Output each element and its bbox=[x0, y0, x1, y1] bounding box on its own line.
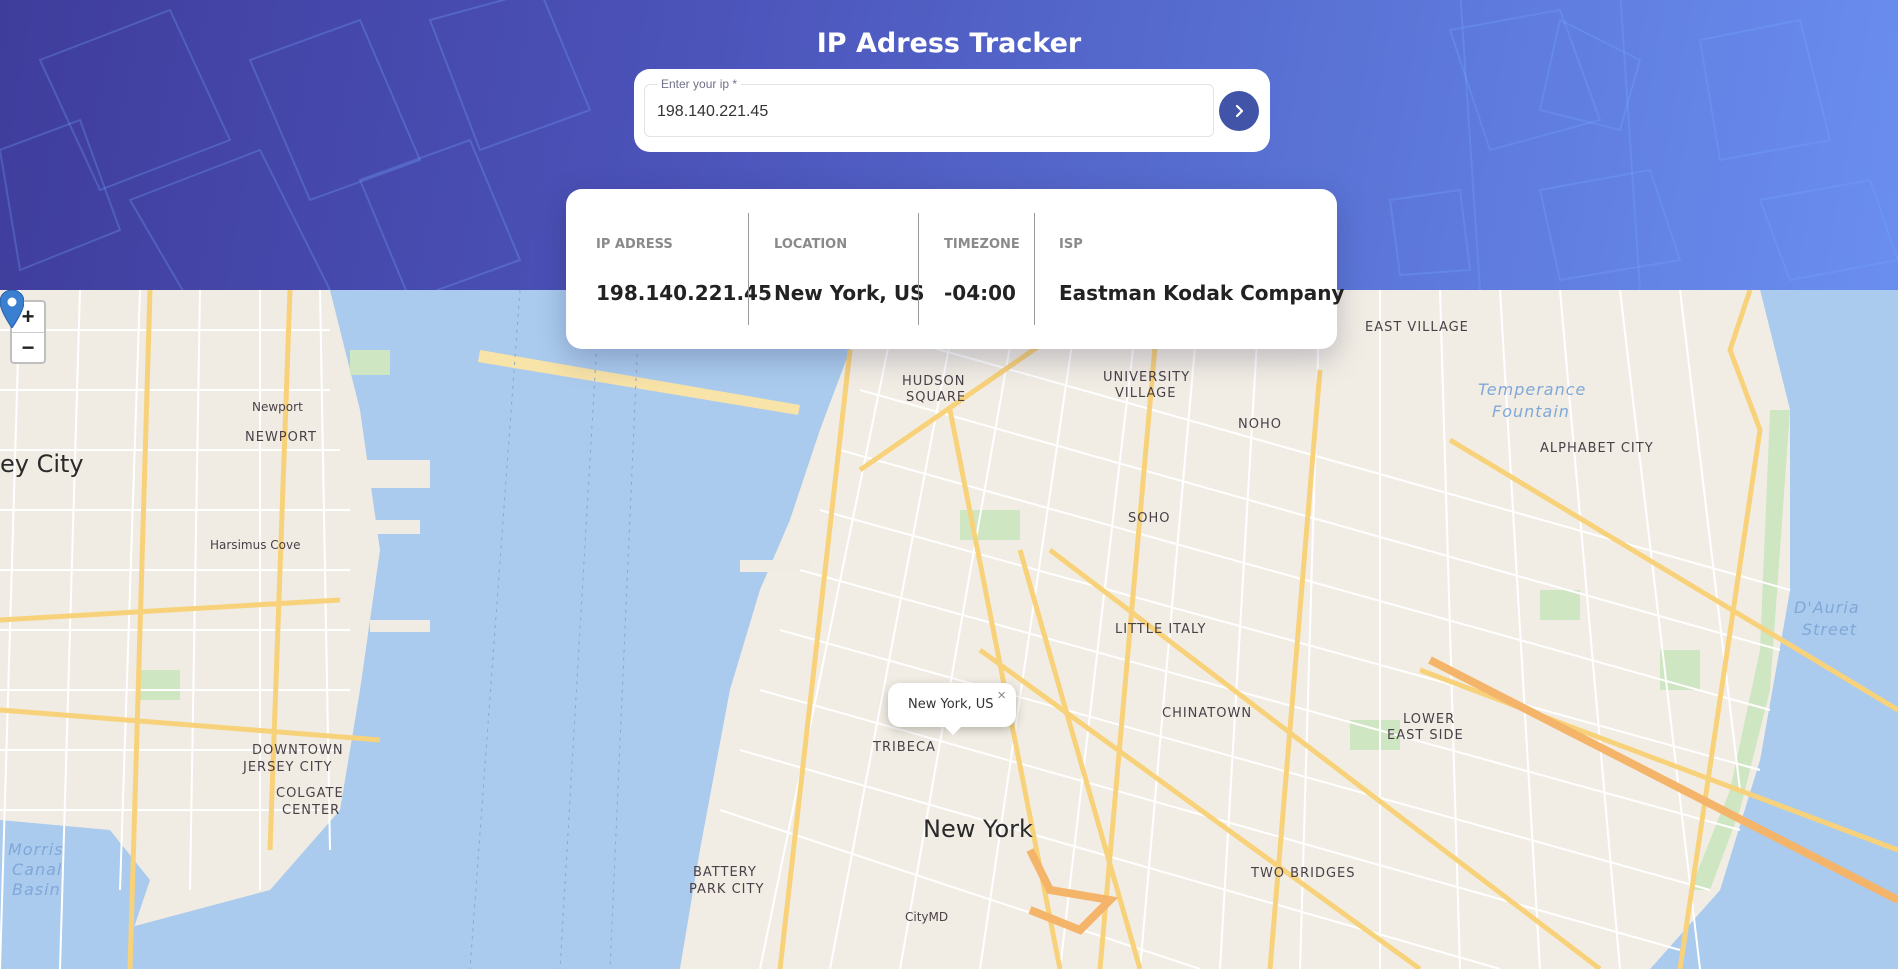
map-label-soho: SOHO bbox=[1128, 511, 1171, 526]
map-label-two-bridges: TWO BRIDGES bbox=[1251, 866, 1356, 881]
app-root: IP Adress Tracker Enter your ip * 198.14… bbox=[0, 0, 1898, 969]
popup-tip bbox=[943, 725, 963, 735]
map-label-temperance-1: Temperance bbox=[1478, 380, 1587, 399]
map-label-hudson-square-2: SQUARE bbox=[906, 390, 967, 405]
map-pin-icon[interactable] bbox=[0, 290, 24, 328]
map-label-morris-2: Canal bbox=[12, 860, 63, 879]
map-label-harsimus: Harsimus Cove bbox=[210, 538, 301, 552]
isp-value: Eastman Kodak Company bbox=[1059, 281, 1345, 305]
zoom-out-button[interactable]: − bbox=[12, 332, 44, 363]
map-label-lower-east-side-1: LOWER bbox=[1403, 712, 1456, 727]
map-label-noho: NOHO bbox=[1238, 417, 1282, 432]
map-label-tribeca: TRIBECA bbox=[873, 740, 936, 755]
ip-value: 198.140.221.45 bbox=[596, 281, 772, 305]
map-label-battery-park-1: BATTERY bbox=[693, 865, 757, 880]
info-divider bbox=[1034, 213, 1035, 325]
map-label-newport: NEWPORT bbox=[245, 430, 317, 445]
map-label-new-york: New York bbox=[923, 815, 1033, 843]
map-label-east-village: EAST VILLAGE bbox=[1365, 320, 1469, 335]
map-label-university-village-1: UNIVERSITY bbox=[1103, 370, 1191, 385]
map-label-downtown-jersey-2: JERSEY CITY bbox=[243, 760, 333, 775]
location-popup: New York, US × bbox=[888, 683, 1016, 735]
map-label-lower-east-side-2: EAST SIDE bbox=[1387, 728, 1464, 743]
map-view[interactable]: New York ey City EAST VILLAGE HUDSON SQU… bbox=[0, 290, 1898, 969]
map-label-citymd: CityMD bbox=[905, 910, 949, 924]
popup-text: New York, US bbox=[908, 697, 994, 712]
map-label-colgate-1: COLGATE bbox=[276, 786, 344, 801]
location-value: New York, US bbox=[774, 281, 925, 305]
map-label-newport-small: Newport bbox=[252, 400, 303, 414]
info-card: IP ADRESS 198.140.221.45 LOCATION New Yo… bbox=[566, 189, 1344, 349]
map-label-downtown-jersey-1: DOWNTOWN bbox=[252, 743, 344, 758]
ip-input[interactable] bbox=[655, 99, 1199, 125]
info-divider bbox=[918, 213, 919, 325]
map-label-colgate-2: CENTER bbox=[282, 803, 341, 818]
map-label-chinatown: CHINATOWN bbox=[1162, 706, 1253, 721]
map-label-dauria-2: Street bbox=[1802, 620, 1857, 639]
map-label-dauria-1: D'Auria bbox=[1794, 598, 1860, 617]
map-label-jersey-city: ey City bbox=[0, 450, 84, 478]
isp-label: ISP bbox=[1059, 237, 1083, 252]
map-label-little-italy: LITTLE ITALY bbox=[1115, 622, 1207, 637]
search-submit-button[interactable] bbox=[1219, 91, 1259, 131]
map-label-alphabet-city: ALPHABET CITY bbox=[1540, 441, 1654, 456]
chevron-right-icon bbox=[1235, 104, 1244, 118]
map-label-university-village-2: VILLAGE bbox=[1115, 386, 1177, 401]
map-label-temperance-2: Fountain bbox=[1492, 402, 1570, 421]
map-label-hudson-square-1: HUDSON bbox=[902, 374, 966, 389]
timezone-label: TIMEZONE bbox=[944, 237, 1020, 252]
map-label-morris-3: Basin bbox=[12, 880, 61, 899]
ip-label: IP ADRESS bbox=[596, 237, 673, 252]
map-label-morris-1: Morris bbox=[8, 840, 64, 859]
search-card: Enter your ip * bbox=[634, 69, 1270, 152]
timezone-value: -04:00 bbox=[944, 281, 1016, 305]
ip-field[interactable]: Enter your ip * bbox=[644, 77, 1214, 137]
map-label-battery-park-2: PARK CITY bbox=[689, 882, 765, 897]
ip-field-label: Enter your ip * bbox=[657, 77, 742, 91]
location-label: LOCATION bbox=[774, 237, 848, 252]
info-divider bbox=[748, 213, 749, 325]
popup-close-icon[interactable]: × bbox=[997, 687, 1006, 704]
page-title: IP Adress Tracker bbox=[816, 28, 1082, 59]
